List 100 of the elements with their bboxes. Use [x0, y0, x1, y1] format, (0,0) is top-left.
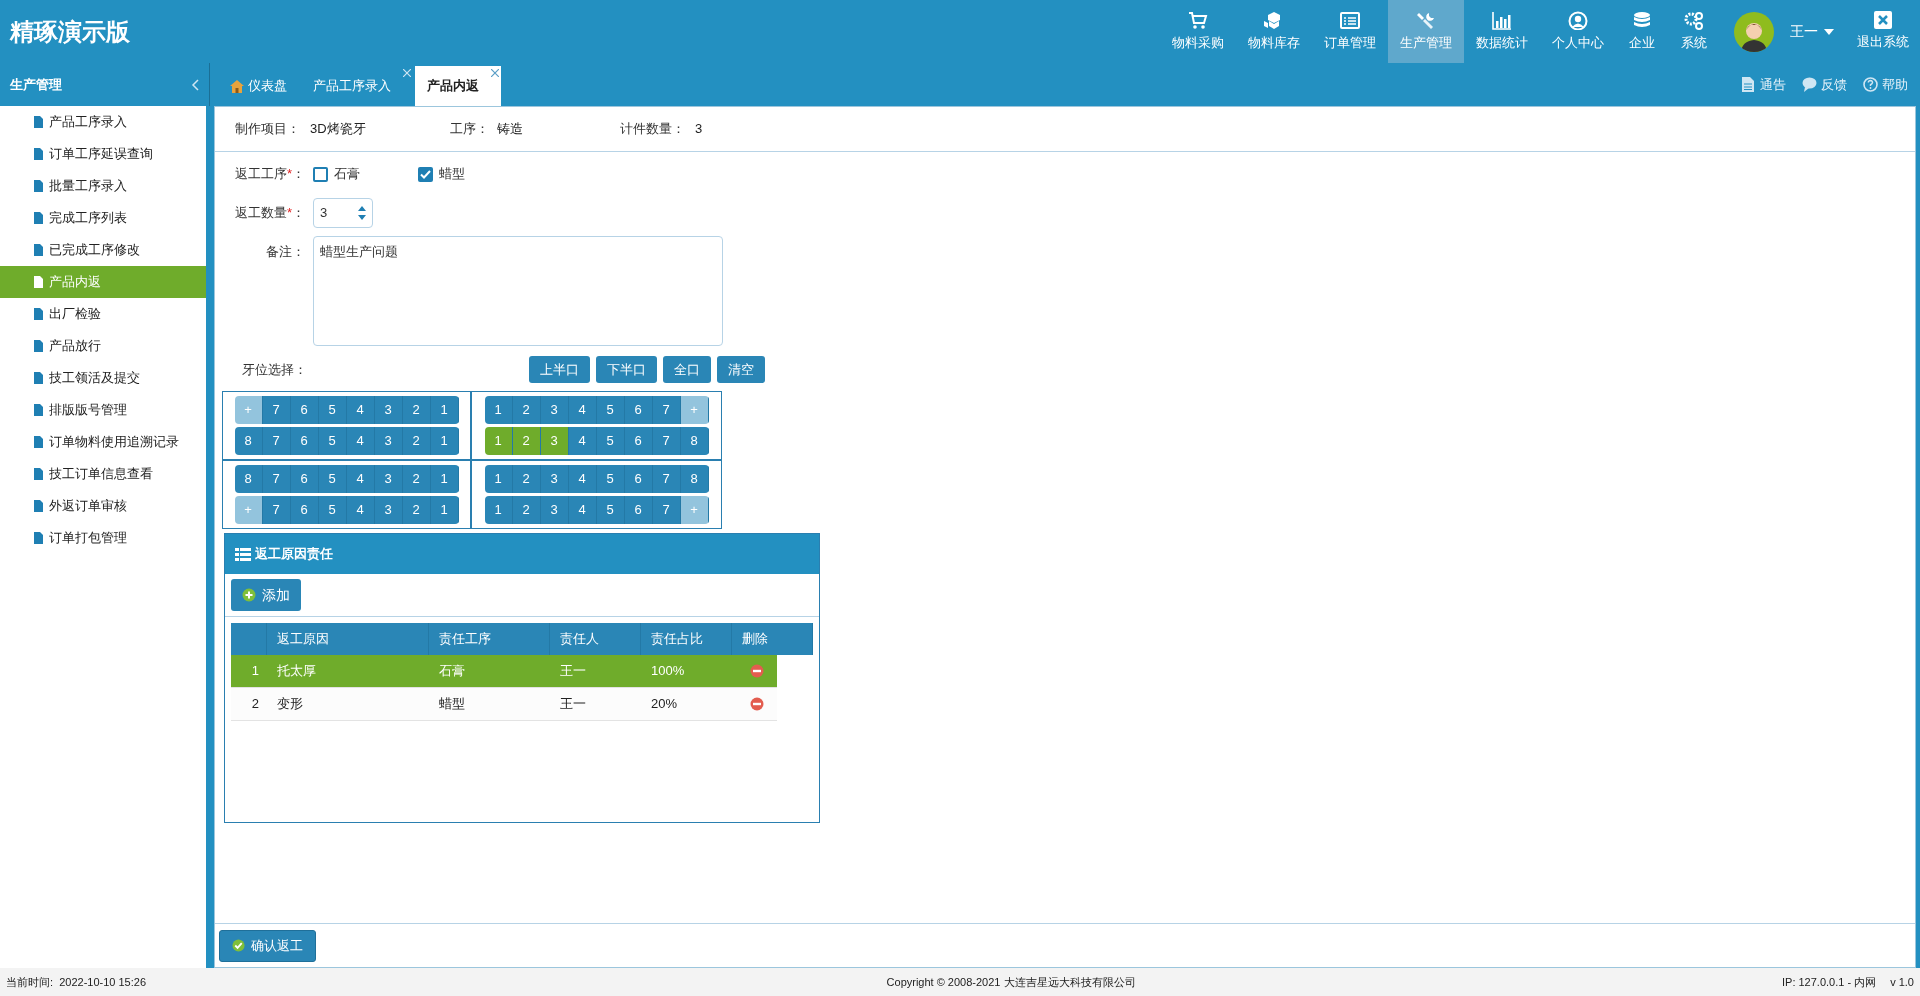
header-link[interactable]: 帮助: [1863, 74, 1908, 95]
tooth-button[interactable]: 4: [346, 427, 375, 455]
table-row[interactable]: 1 托太厚 石膏 王一 100%: [231, 655, 777, 688]
sidebar-item[interactable]: 产品工序录入: [0, 106, 206, 138]
tooth-button[interactable]: 3: [374, 427, 403, 455]
tab[interactable]: 仪表盘: [218, 66, 299, 106]
tooth-button[interactable]: 5: [318, 396, 347, 424]
tooth-button[interactable]: 3: [374, 396, 403, 424]
tooth-button[interactable]: 4: [346, 496, 375, 524]
tooth-preset-button[interactable]: 下半口: [596, 356, 657, 383]
checkbox-option[interactable]: 蜡型: [418, 164, 523, 184]
sidebar-item[interactable]: 出厂检验: [0, 298, 206, 330]
tooth-button[interactable]: 5: [596, 427, 625, 455]
delete-icon[interactable]: [750, 664, 764, 678]
sidebar-item[interactable]: 订单打包管理: [0, 522, 206, 554]
tooth-button[interactable]: 7: [262, 427, 291, 455]
tooth-button[interactable]: 5: [596, 496, 625, 524]
tooth-button[interactable]: 6: [290, 465, 319, 493]
quantity-spinner[interactable]: 3: [313, 198, 373, 228]
tooth-button[interactable]: 2: [512, 496, 541, 524]
sidebar-item[interactable]: 产品放行: [0, 330, 206, 362]
sidebar-item[interactable]: 订单物料使用追溯记录: [0, 426, 206, 458]
sidebar-item[interactable]: 批量工序录入: [0, 170, 206, 202]
tooth-button[interactable]: 2: [512, 396, 541, 424]
nav-item[interactable]: 生产管理: [1388, 0, 1464, 63]
tooth-button[interactable]: 2: [402, 496, 431, 524]
tooth-button[interactable]: 6: [624, 427, 653, 455]
sidebar-item[interactable]: 已完成工序修改: [0, 234, 206, 266]
delete-icon[interactable]: [750, 697, 764, 711]
tooth-button[interactable]: 6: [290, 496, 319, 524]
tab[interactable]: 产品内返: [415, 66, 501, 106]
tooth-button[interactable]: 7: [652, 427, 681, 455]
caret-icon[interactable]: [1824, 28, 1834, 35]
sidebar-item[interactable]: 完成工序列表: [0, 202, 206, 234]
tooth-button[interactable]: 8: [680, 465, 709, 493]
user-name[interactable]: 王一: [1790, 21, 1818, 42]
add-button[interactable]: 添加: [231, 579, 301, 611]
nav-item[interactable]: 订单管理: [1312, 0, 1388, 63]
tooth-button[interactable]: 7: [262, 396, 291, 424]
close-icon[interactable]: [491, 69, 499, 77]
tooth-button[interactable]: 1: [430, 465, 459, 493]
tooth-button[interactable]: 3: [374, 465, 403, 493]
tooth-button[interactable]: 3: [540, 465, 569, 493]
sidebar-item[interactable]: 外返订单审核: [0, 490, 206, 522]
sidebar-item[interactable]: 技工领活及提交: [0, 362, 206, 394]
tooth-button[interactable]: 2: [402, 427, 431, 455]
header-link[interactable]: 通告: [1741, 74, 1786, 95]
tooth-button[interactable]: 8: [680, 427, 709, 455]
tooth-button[interactable]: 6: [624, 465, 653, 493]
nav-item[interactable]: 数据统计: [1464, 0, 1540, 63]
tooth-button[interactable]: 4: [346, 465, 375, 493]
tooth-button[interactable]: 4: [568, 496, 597, 524]
tooth-button[interactable]: 2: [402, 396, 431, 424]
tooth-button[interactable]: 2: [512, 427, 541, 455]
collapse-icon[interactable]: [191, 78, 199, 91]
tooth-button[interactable]: 1: [484, 427, 513, 455]
tooth-button[interactable]: 6: [624, 396, 653, 424]
tooth-button[interactable]: 2: [512, 465, 541, 493]
avatar-icon[interactable]: [1734, 11, 1774, 52]
nav-item[interactable]: 个人中心: [1540, 0, 1616, 63]
checkbox[interactable]: [418, 166, 433, 182]
tooth-button[interactable]: 1: [430, 496, 459, 524]
tooth-button[interactable]: 3: [540, 396, 569, 424]
header-link[interactable]: 反馈: [1802, 74, 1847, 95]
nav-item[interactable]: 系统: [1668, 0, 1720, 63]
sidebar-item[interactable]: 排版版号管理: [0, 394, 206, 426]
tooth-button[interactable]: 3: [540, 427, 569, 455]
nav-item[interactable]: 物料库存: [1236, 0, 1312, 63]
tooth-button[interactable]: 7: [262, 496, 291, 524]
tab[interactable]: 产品工序录入: [301, 66, 413, 106]
tooth-preset-button[interactable]: 全口: [663, 356, 711, 383]
tooth-button[interactable]: 4: [346, 396, 375, 424]
nav-item[interactable]: 物料采购: [1160, 0, 1236, 63]
sidebar-item[interactable]: 技工订单信息查看: [0, 458, 206, 490]
tooth-button[interactable]: 6: [624, 496, 653, 524]
sidebar-item[interactable]: 订单工序延误查询: [0, 138, 206, 170]
checkbox-option[interactable]: 石膏: [313, 164, 418, 184]
tooth-button[interactable]: 8: [234, 465, 263, 493]
tooth-button[interactable]: 1: [484, 496, 513, 524]
tooth-button[interactable]: 5: [318, 465, 347, 493]
checkbox[interactable]: [313, 166, 328, 182]
tooth-button[interactable]: 7: [262, 465, 291, 493]
tooth-button[interactable]: 7: [652, 465, 681, 493]
tooth-button[interactable]: 1: [484, 465, 513, 493]
tooth-button[interactable]: 1: [484, 396, 513, 424]
tooth-button[interactable]: 3: [374, 496, 403, 524]
tooth-button[interactable]: 7: [652, 496, 681, 524]
sidebar-item[interactable]: 产品内返: [0, 266, 206, 298]
tooth-button[interactable]: 5: [318, 427, 347, 455]
tooth-preset-button[interactable]: 上半口: [529, 356, 590, 383]
tooth-button[interactable]: 4: [568, 465, 597, 493]
confirm-button[interactable]: 确认返工: [219, 929, 316, 962]
tooth-button[interactable]: 6: [290, 396, 319, 424]
tooth-button[interactable]: 8: [234, 427, 263, 455]
tooth-button[interactable]: 6: [290, 427, 319, 455]
tooth-button[interactable]: 5: [318, 496, 347, 524]
tooth-button[interactable]: 1: [430, 427, 459, 455]
tooth-preset-button[interactable]: 清空: [717, 356, 765, 383]
tooth-button[interactable]: 4: [568, 427, 597, 455]
nav-item[interactable]: 企业: [1616, 0, 1668, 63]
